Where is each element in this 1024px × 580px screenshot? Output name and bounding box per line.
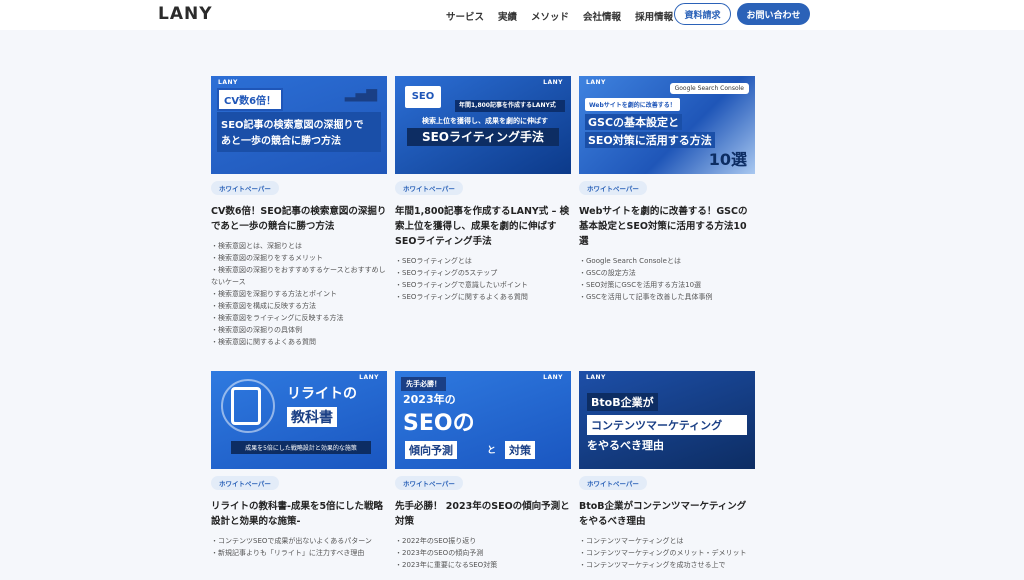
whitepaper-card[interactable]: LANY BtoB企業が コンテンツマーケティング をやるべき理由 ホワイトペー… xyxy=(579,371,755,571)
nav-item-company[interactable]: 会社情報 xyxy=(583,9,621,23)
thumb-brand: LANY xyxy=(586,374,606,381)
thumb-brand: LANY xyxy=(543,374,563,381)
document-icon xyxy=(231,387,261,425)
card-title[interactable]: Webサイトを劇的に改善する！GSCの基本設定とSEO対策に活用する方法10選 xyxy=(579,204,755,249)
card-title[interactable]: BtoB企業がコンテンツマーケティングをやるべき理由 xyxy=(579,499,755,529)
card-thumbnail[interactable]: LANY CV数6倍！ ▂▄▆ SEO記事の検索意図の深掘りで あと一歩の競合に… xyxy=(211,76,387,174)
bar-chart-icon: ▂▄▆ xyxy=(344,86,377,102)
card-toc: ・2022年のSEO振り返り ・2023年のSEOの傾向予測 ・2023年に重要… xyxy=(395,535,571,571)
nav-item-recruit[interactable]: 採用情報 xyxy=(635,9,673,23)
thumb-line: 教科書 xyxy=(287,407,337,427)
site-logo[interactable]: LANY xyxy=(158,4,213,24)
toc-item: ・SEOライティングで意識したいポイント xyxy=(395,281,528,289)
thumb-gsc-label: Google Search Console xyxy=(669,83,749,94)
category-badge: ホワイトペーパー xyxy=(579,181,647,195)
thumb-count: 10選 xyxy=(708,150,747,169)
toc-item: ・検索意図の深掘りをするメリット xyxy=(211,254,323,262)
toc-item: ・2022年のSEO振り返り xyxy=(395,537,477,545)
card-thumbnail[interactable]: LANY 先手必勝！ 2023年の SEOの 傾向予測 と 対策 xyxy=(395,371,571,469)
toc-item: ・SEOライティングに関するよくある質問 xyxy=(395,293,528,301)
card-thumbnail[interactable]: LANY BtoB企業が コンテンツマーケティング をやるべき理由 xyxy=(579,371,755,469)
toc-item: ・検索意図を深掘りする方法とポイント xyxy=(211,290,337,298)
thumb-line: BtoB企業が xyxy=(587,393,658,411)
toc-item: ・コンテンツマーケティングのメリット・デメリット xyxy=(579,549,747,557)
card-toc: ・コンテンツSEOで成果が出ないよくあるパターン ・新規記事よりも「リライト」に… xyxy=(211,535,387,559)
thumb-line: 対策 xyxy=(505,441,535,459)
thumb-line: SEOの xyxy=(403,411,475,436)
card-title[interactable]: 先手必勝！ 2023年のSEOの傾向予測と対策 xyxy=(395,499,571,529)
toc-item: ・2023年に重要になるSEO対策 xyxy=(395,561,498,569)
thumb-line: 成果を5倍にした戦略設計と効果的な施策 xyxy=(231,441,371,454)
thumb-line: SEO記事の検索意図の深掘りで xyxy=(221,120,364,131)
toc-item: ・検索意図に関するよくある質問 xyxy=(211,338,316,346)
main-nav: サービス 実績 メソッド 会社情報 採用情報 xyxy=(446,9,687,23)
toc-item: ・新規記事よりも「リライト」に注力すべき理由 xyxy=(211,549,365,557)
card-title[interactable]: CV数6倍！SEO記事の検索意図の深掘りであと一歩の競合に勝つ方法 xyxy=(211,204,387,234)
nav-item-service[interactable]: サービス xyxy=(446,9,484,23)
thumb-line: GSCの基本設定と xyxy=(585,114,683,130)
toc-item: ・SEO対策にGSCを活用する方法10選 xyxy=(579,281,702,289)
toc-item: ・検索意図とは、深掘りとは xyxy=(211,242,302,250)
category-badge: ホワイトペーパー xyxy=(395,476,463,490)
card-title[interactable]: リライトの教科書-成果を5倍にした戦略設計と効果的な施策- xyxy=(211,499,387,529)
toc-item: ・SEOライティングとは xyxy=(395,257,472,265)
thumb-line: SEOライティング手法 xyxy=(407,128,559,146)
thumb-brand: LANY xyxy=(359,374,379,381)
card-toc: ・SEOライティングとは ・SEOライティングの5ステップ ・SEOライティング… xyxy=(395,255,571,303)
toc-item: ・検索意図の深掘りの具体例 xyxy=(211,326,302,334)
toc-item: ・2023年のSEOの傾向予測 xyxy=(395,549,484,557)
thumb-seo-label: SEO xyxy=(405,86,441,108)
thumb-line: 傾向予測 xyxy=(405,441,457,459)
whitepaper-card[interactable]: LANY CV数6倍！ ▂▄▆ SEO記事の検索意図の深掘りで あと一歩の競合に… xyxy=(211,76,387,348)
category-badge: ホワイトペーパー xyxy=(211,181,279,195)
whitepaper-card[interactable]: LANY Google Search Console Webサイトを劇的に改善す… xyxy=(579,76,755,303)
card-thumbnail[interactable]: LANY リライトの 教科書 成果を5倍にした戦略設計と効果的な施策 xyxy=(211,371,387,469)
thumb-line: あと一歩の競合に勝つ方法 xyxy=(221,136,341,147)
whitepaper-card[interactable]: LANY リライトの 教科書 成果を5倍にした戦略設計と効果的な施策 ホワイトペ… xyxy=(211,371,387,559)
whitepaper-card[interactable]: LANY 先手必勝！ 2023年の SEOの 傾向予測 と 対策 ホワイトペーパ… xyxy=(395,371,571,571)
toc-item: ・コンテンツマーケティングを成功させる上で xyxy=(579,561,726,569)
site-header: LANY サービス 実績 メソッド 会社情報 採用情報 資料請求 お問い合わせ xyxy=(0,0,1024,30)
thumb-brand: LANY xyxy=(218,79,238,86)
toc-item: ・GSCの設定方法 xyxy=(579,269,636,277)
request-docs-button[interactable]: 資料請求 xyxy=(674,3,731,25)
card-toc: ・Google Search Consoleとは ・GSCの設定方法 ・SEO対… xyxy=(579,255,755,303)
thumb-line: コンテンツマーケティング xyxy=(587,415,747,435)
toc-item: ・検索意図を構成に反映する方法 xyxy=(211,302,316,310)
card-toc: ・検索意図とは、深掘りとは ・検索意図の深掘りをするメリット ・検索意図の深掘り… xyxy=(211,240,387,348)
category-badge: ホワイトペーパー xyxy=(211,476,279,490)
toc-item: ・SEOライティングの5ステップ xyxy=(395,269,498,277)
nav-item-works[interactable]: 実績 xyxy=(498,9,517,23)
whitepaper-card[interactable]: LANY SEO 年間1,800記事を作成するLANY式 検索上位を獲得し、成果… xyxy=(395,76,571,303)
thumb-line: と xyxy=(487,446,497,456)
toc-item: ・検索意図をライティングに反映する方法 xyxy=(211,314,344,322)
thumb-tag: 先手必勝！ xyxy=(401,377,446,391)
thumb-line: SEO対策に活用する方法 xyxy=(585,132,715,148)
thumb-line: をやるべき理由 xyxy=(587,439,664,452)
thumb-tag: CV数6倍！ xyxy=(217,88,284,111)
toc-item: ・コンテンツマーケティングとは xyxy=(579,537,684,545)
thumb-line: リライトの xyxy=(287,386,357,402)
card-thumbnail[interactable]: LANY Google Search Console Webサイトを劇的に改善す… xyxy=(579,76,755,174)
category-badge: ホワイトペーパー xyxy=(579,476,647,490)
thumb-brand: LANY xyxy=(543,79,563,86)
thumb-line: 年間1,800記事を作成するLANY式 xyxy=(455,100,565,112)
toc-item: ・Google Search Consoleとは xyxy=(579,257,681,265)
contact-button[interactable]: お問い合わせ xyxy=(737,3,810,25)
category-badge: ホワイトペーパー xyxy=(395,181,463,195)
card-toc: ・コンテンツマーケティングとは ・コンテンツマーケティングのメリット・デメリット… xyxy=(579,535,755,571)
thumb-brand: LANY xyxy=(586,79,606,86)
card-thumbnail[interactable]: LANY SEO 年間1,800記事を作成するLANY式 検索上位を獲得し、成果… xyxy=(395,76,571,174)
toc-item: ・GSCを活用して記事を改善した具体事例 xyxy=(579,293,713,301)
toc-item: ・検索意図の深掘りをおすすめするケースとおすすめしないケース xyxy=(211,266,386,286)
toc-item: ・コンテンツSEOで成果が出ないよくあるパターン xyxy=(211,537,372,545)
card-title[interactable]: 年間1,800記事を作成するLANY式 – 検索上位を獲得し、成果を劇的に伸ばす… xyxy=(395,204,571,249)
thumb-tag: Webサイトを劇的に改善する！ xyxy=(585,98,680,111)
thumb-line: 検索上位を獲得し、成果を劇的に伸ばす xyxy=(422,117,548,125)
nav-item-method[interactable]: メソッド xyxy=(531,9,569,23)
